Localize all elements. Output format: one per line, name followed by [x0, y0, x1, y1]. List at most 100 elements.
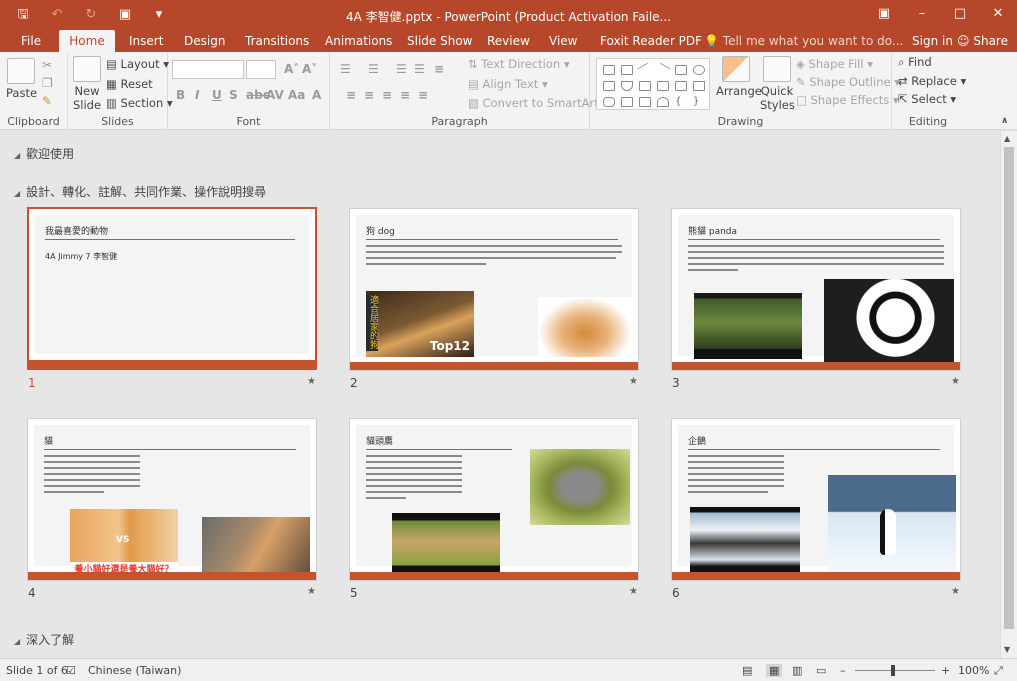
tab-file[interactable]: File [21, 30, 41, 52]
section-header-design[interactable]: ◢ 設計、轉化、註解、共同作業、操作說明搜尋 [14, 183, 266, 200]
maximize-icon[interactable]: □ [941, 0, 979, 30]
slide-thumbnail-3[interactable]: 熊貓 panda [671, 208, 961, 371]
numbering-icon[interactable]: ☰ [368, 62, 379, 76]
section-header-learn-more[interactable]: ◢ 深入了解 [14, 631, 74, 648]
language-indicator[interactable]: Chinese (Taiwan) [88, 664, 181, 677]
section-header-welcome[interactable]: ◢ 歡迎使用 [14, 145, 74, 162]
shape-elbow2-icon[interactable] [657, 81, 669, 91]
zoom-slider-track[interactable] [855, 670, 935, 671]
quick-styles-button[interactable]: Quick Styles [760, 56, 795, 112]
align-right-icon[interactable]: ≡ [382, 88, 392, 102]
shape-triangle-icon[interactable] [621, 81, 633, 91]
shape-rarrow-icon[interactable] [675, 81, 687, 91]
shape-elbow-icon[interactable] [639, 81, 651, 91]
paste-button[interactable]: Paste [6, 58, 37, 100]
shape-bend-icon[interactable] [639, 97, 651, 107]
tab-transitions[interactable]: Transitions [245, 30, 309, 52]
reset-button[interactable]: ▦ Reset [106, 77, 153, 91]
zoom-slider-thumb[interactable] [891, 665, 895, 676]
tab-home[interactable]: Home [59, 30, 115, 52]
slide-thumbnail-1[interactable]: 我最喜愛的動物 4A Jimmy 7 李智健 [27, 207, 317, 370]
close-icon[interactable]: ✕ [979, 0, 1017, 30]
change-case-icon[interactable]: Aa [288, 88, 305, 102]
ribbon-display-options-icon[interactable]: ▣ [865, 0, 903, 30]
shape-brace-left-icon[interactable]: { [675, 97, 687, 107]
tab-review[interactable]: Review [487, 30, 530, 52]
increase-indent-icon[interactable]: ☰ [414, 62, 425, 76]
font-family-combo[interactable] [172, 60, 244, 79]
text-direction-button[interactable]: ⇅ Text Direction ▾ [468, 57, 570, 71]
replace-button[interactable]: ⇄ Replace ▾ [898, 74, 966, 88]
font-size-combo[interactable] [246, 60, 276, 79]
slide-thumbnail-5[interactable]: 貓頭鷹 [349, 418, 639, 581]
align-center-icon[interactable]: ≡ [364, 88, 374, 102]
shadow-icon[interactable]: S [229, 88, 238, 102]
tab-animations[interactable]: Animations [325, 30, 392, 52]
tab-insert[interactable]: Insert [129, 30, 163, 52]
format-painter-icon[interactable]: ✎ [42, 94, 52, 108]
line-spacing-icon[interactable]: ≡ [434, 62, 444, 76]
share-button[interactable]: ☺ Share [957, 30, 1008, 52]
underline-icon[interactable]: U [212, 88, 222, 102]
tab-design[interactable]: Design [184, 30, 225, 52]
shape-fill-button[interactable]: ◈ Shape Fill ▾ [796, 57, 873, 71]
new-slide-button[interactable]: New Slide [72, 56, 102, 112]
justify-icon[interactable]: ≡ [400, 88, 410, 102]
italic-icon[interactable]: I [195, 88, 199, 102]
minimize-icon[interactable]: – [903, 0, 941, 30]
shape-outline-button[interactable]: ✎ Shape Outline ▾ [796, 75, 900, 89]
decrease-font-size-icon[interactable]: A˅ [302, 62, 317, 76]
shape-curve-icon[interactable] [621, 97, 633, 107]
slide-thumbnail-4[interactable]: 貓 VS 養小貓好還是養大貓好？ [27, 418, 317, 581]
copy-icon[interactable]: ❐ [42, 76, 53, 90]
find-button[interactable]: ⌕ Find [898, 55, 932, 70]
select-button[interactable]: ⇱ Select ▾ [898, 92, 956, 106]
scroll-up-icon[interactable]: ▲ [1004, 134, 1010, 143]
shape-rectangle-icon[interactable] [603, 65, 615, 75]
shape-rounded-icon[interactable] [603, 97, 615, 107]
shape-effects-button[interactable]: □ Shape Effects ▾ [796, 93, 899, 107]
vertical-scrollbar[interactable]: ▲ ▼ [1000, 131, 1017, 658]
align-text-button[interactable]: ▤ Align Text ▾ [468, 77, 548, 91]
collapse-ribbon-icon[interactable]: ∧ [1001, 116, 1008, 126]
shape-line-icon[interactable] [637, 62, 653, 78]
shape-square-icon[interactable] [603, 81, 615, 91]
tab-slide-show[interactable]: Slide Show [407, 30, 472, 52]
bullets-icon[interactable]: ☰ [340, 62, 351, 76]
font-color-icon[interactable]: A [312, 88, 321, 102]
tell-me-box[interactable]: 💡 Tell me what you want to do... [704, 30, 903, 52]
slide-thumbnail-6[interactable]: 企鵝 [671, 418, 961, 581]
scroll-down-icon[interactable]: ▼ [1004, 645, 1010, 654]
animation-star-icon[interactable]: ★ [951, 586, 960, 597]
shape-brace-right-icon[interactable]: } [693, 97, 705, 107]
arrange-button[interactable]: Arrange [716, 56, 762, 98]
slide-thumbnail-2[interactable]: 狗 dog 適合居家的狗 Top12 [349, 208, 639, 371]
zoom-in-icon[interactable]: + [941, 664, 950, 677]
animation-star-icon[interactable]: ★ [629, 586, 638, 597]
zoom-out-icon[interactable]: – [840, 664, 846, 677]
character-spacing-icon[interactable]: AV [266, 88, 284, 102]
animation-star-icon[interactable]: ★ [629, 376, 638, 387]
tab-view[interactable]: View [549, 30, 577, 52]
animation-star-icon[interactable]: ★ [307, 376, 316, 387]
zoom-level[interactable]: 100% [958, 664, 989, 677]
shape-textbox-icon[interactable] [621, 65, 633, 75]
animation-star-icon[interactable]: ★ [307, 586, 316, 597]
reading-view-icon[interactable]: ▥ [792, 664, 802, 677]
shape-darrow-icon[interactable] [693, 81, 705, 91]
increase-font-size-icon[interactable]: A˄ [284, 62, 299, 76]
shape-rect2-icon[interactable] [675, 65, 687, 75]
animation-star-icon[interactable]: ★ [951, 376, 960, 387]
fit-to-window-icon[interactable]: ⤢ [994, 664, 1003, 678]
cut-icon[interactable]: ✂ [42, 58, 52, 72]
layout-button[interactable]: ▤ Layout ▾ [106, 57, 169, 71]
normal-view-icon[interactable]: ▤ [742, 664, 752, 677]
bold-icon[interactable]: B [176, 88, 185, 102]
tab-foxit-reader-pdf[interactable]: Foxit Reader PDF [600, 30, 702, 52]
proofing-icon[interactable]: ☑ [66, 664, 76, 677]
scroll-thumb[interactable] [1004, 147, 1014, 629]
columns-icon[interactable]: ≡ [418, 88, 428, 102]
section-button[interactable]: ▥ Section ▾ [106, 96, 173, 110]
shape-oval-icon[interactable] [693, 65, 705, 75]
shapes-gallery[interactable]: { } [596, 58, 710, 110]
